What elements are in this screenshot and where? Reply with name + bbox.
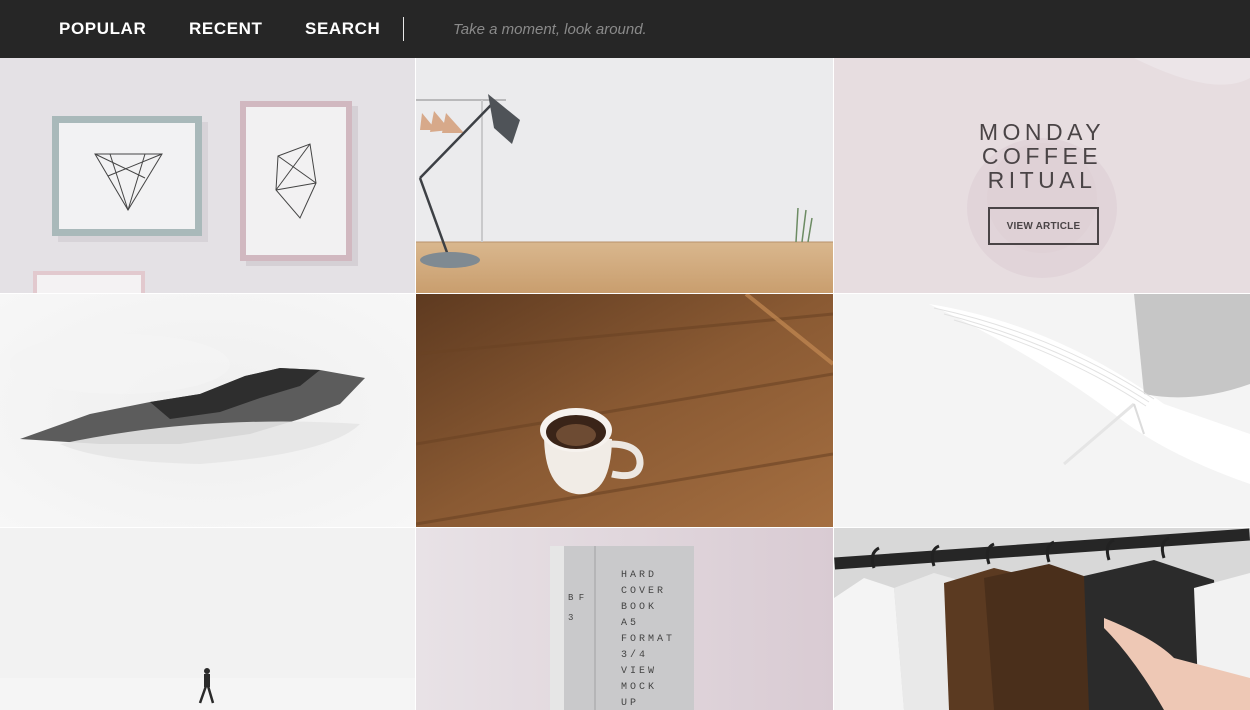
open-book-image	[834, 294, 1250, 527]
book-cover-line: UP	[621, 698, 640, 709]
feature-tile-monday-coffee[interactable]: MONDAY COFFEE RITUAL VIEW ARTICLE	[834, 58, 1250, 293]
nav-divider	[403, 17, 404, 41]
photo-tile-clothing-rack[interactable]	[834, 528, 1250, 710]
book-cover-line: HARD	[621, 570, 658, 581]
view-article-button[interactable]: VIEW ARTICLE	[988, 207, 1099, 245]
feature-title-line: COFFEE	[981, 143, 1103, 169]
photo-tile-framed-art[interactable]	[0, 58, 415, 293]
top-nav: POPULAR RECENT SEARCH Take a moment, loo…	[0, 0, 1250, 58]
photo-tile-hardcover-book[interactable]: HARD COVER BOOK A5 FORMAT 3/4 VIEW MOCK …	[416, 528, 833, 710]
feature-title-line: MONDAY	[978, 119, 1106, 145]
nav-recent-link[interactable]: RECENT	[189, 19, 263, 39]
photo-tile-misty-mountain[interactable]	[0, 294, 415, 527]
photo-tile-desk-lamp[interactable]	[416, 58, 833, 293]
book-cover-line: FORMAT	[621, 634, 676, 645]
book-cover-line: MOCK	[621, 682, 658, 693]
book-cover-line: A5	[621, 618, 640, 629]
book-cover-line: BOOK	[621, 602, 658, 613]
book-cover-line: VIEW	[621, 666, 658, 677]
book-cover-text: HARD COVER BOOK A5 FORMAT 3/4 VIEW MOCK …	[621, 568, 691, 710]
book-cover-line: 3/4	[621, 650, 649, 661]
book-spine-text: B F 3	[568, 593, 585, 623]
feature-title-line: RITUAL	[987, 167, 1097, 193]
clothing-rack-image	[834, 528, 1250, 710]
book-cover-line: COVER	[621, 586, 667, 597]
desk-lamp-image	[416, 58, 833, 293]
photo-tile-coffee-cup[interactable]	[416, 294, 833, 527]
lone-walker-image	[0, 528, 415, 710]
misty-mountain-image	[0, 294, 415, 527]
photo-tile-lone-walker[interactable]	[0, 528, 415, 710]
nav-tagline: Take a moment, look around.	[453, 21, 647, 38]
coffee-cup-image	[416, 294, 833, 527]
nav-search-link[interactable]: SEARCH	[305, 19, 380, 39]
feature-title: MONDAY COFFEE RITUAL	[834, 120, 1250, 192]
framed-art-image	[0, 58, 415, 293]
nav-popular-link[interactable]: POPULAR	[59, 19, 146, 39]
photo-tile-open-book[interactable]	[834, 294, 1250, 527]
